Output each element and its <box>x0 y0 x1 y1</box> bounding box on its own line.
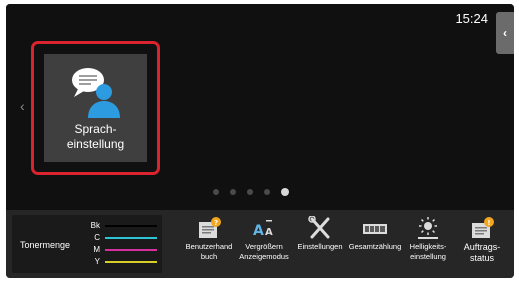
func-label-line2: buch <box>200 252 218 261</box>
func-label-line2: Anzeigemodus <box>239 252 289 261</box>
tile-label: Sprach- einstellung <box>67 122 124 152</box>
func-label: Gesamtzählung <box>349 242 402 252</box>
brightness-icon <box>418 217 438 239</box>
func-label-line1: Vergrößern <box>245 242 283 251</box>
counter-icon <box>363 224 387 234</box>
func-label-line2: status <box>469 253 494 263</box>
page-dot[interactable] <box>230 189 236 195</box>
tile-highlight: Sprach- einstellung <box>31 41 160 175</box>
home-screen: 15:24 ‹ ‹ Sprach- einstellung <box>6 4 514 210</box>
job-status-button[interactable]: ! Auftrags- status <box>458 216 506 264</box>
svg-text:A: A <box>253 223 264 239</box>
toner-bar-yellow <box>105 260 157 263</box>
svg-text:A: A <box>265 227 273 238</box>
page-dot[interactable] <box>264 189 270 195</box>
job-status-icon: ! <box>472 217 494 238</box>
speech-person-icon <box>71 68 120 118</box>
func-label-line1: Helligkeits- <box>409 242 447 251</box>
func-label: Vergrößern Anzeigemodus <box>239 242 289 262</box>
user-manual-button[interactable]: ? Benutzerhand buch <box>184 216 234 262</box>
tools-icon <box>308 216 330 239</box>
func-label: Benutzerhand buch <box>186 242 233 262</box>
toner-bar-magenta <box>105 248 157 251</box>
toner-bar-cyan <box>105 236 157 239</box>
enlarge-display-button[interactable]: A A Vergrößern Anzeigemodus <box>236 216 292 262</box>
toner-row-cyan: C <box>88 232 157 243</box>
text-enlarge-icon: A A <box>253 220 273 239</box>
func-label-line1: Einstellungen <box>297 242 343 251</box>
chevron-left-icon: ‹ <box>503 26 507 40</box>
previous-page-arrow[interactable]: ‹ <box>20 98 25 114</box>
toner-letter: Bk <box>90 221 100 230</box>
function-bar: Tonermenge Bk C M Y ? Benutzerhand buch … <box>6 210 514 278</box>
settings-button[interactable]: Einstellungen <box>294 216 346 252</box>
language-setting-tile[interactable]: Sprach- einstellung <box>44 54 147 162</box>
func-label: Auftrags- status <box>464 242 501 264</box>
device-panel: 15:24 ‹ ‹ Sprach- einstellung Tonermenge… <box>6 4 514 278</box>
func-label-line1: Benutzerhand <box>185 242 233 251</box>
manual-icon: ? <box>199 217 221 238</box>
func-label: Helligkeits- einstellung <box>410 242 447 262</box>
page-dot[interactable] <box>213 189 219 195</box>
page-dot-active[interactable] <box>281 188 289 196</box>
toner-letter: C <box>94 233 100 242</box>
func-label: Einstellungen <box>297 242 342 252</box>
func-label-line1: Gesamtzählung <box>348 242 402 251</box>
func-label-line1: Auftrags- <box>463 242 501 252</box>
toner-letter: M <box>93 245 100 254</box>
toner-row-magenta: M <box>88 244 157 255</box>
func-label-line2: einstellung <box>410 252 446 261</box>
brightness-button[interactable]: Helligkeits- einstellung <box>404 216 452 262</box>
toner-letter: Y <box>94 257 100 266</box>
side-panel-tab[interactable]: ‹ <box>496 12 514 54</box>
toner-bar-black <box>105 224 157 227</box>
page-dot[interactable] <box>247 189 253 195</box>
toner-level-panel: Tonermenge Bk C M Y <box>12 215 162 273</box>
tile-label-line2: einstellung <box>66 137 125 151</box>
svg-text:?: ? <box>214 219 218 227</box>
svg-text:!: ! <box>487 219 490 227</box>
page-indicator <box>213 188 289 196</box>
total-count-button[interactable]: Gesamtzählung <box>348 216 402 252</box>
chevron-left-icon: ‹ <box>20 98 25 114</box>
tile-label-line1: Sprach- <box>74 122 117 136</box>
toner-row-black: Bk <box>88 220 157 231</box>
clock: 15:24 <box>455 11 488 26</box>
toner-row-yellow: Y <box>88 256 157 267</box>
toner-title: Tonermenge <box>20 240 71 250</box>
